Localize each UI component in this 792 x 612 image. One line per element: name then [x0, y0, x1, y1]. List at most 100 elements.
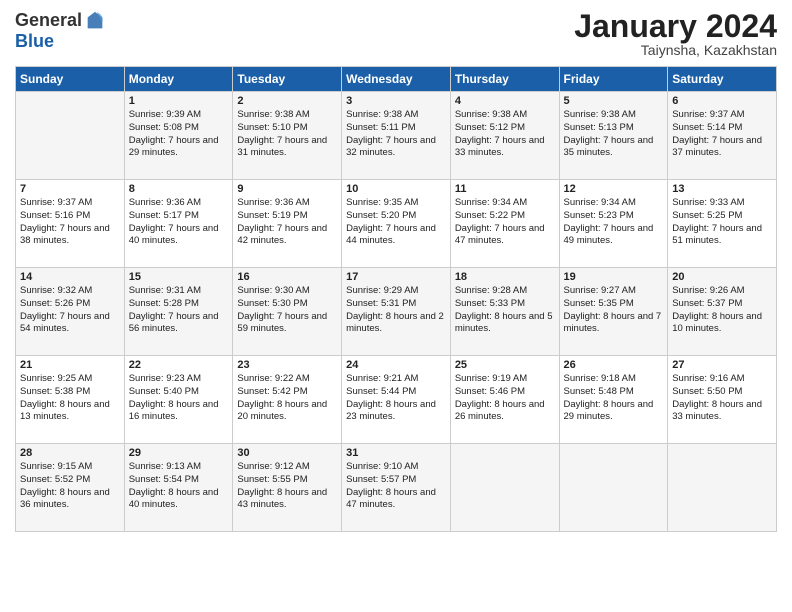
- daylight: Daylight: 8 hours and 43 minutes.: [237, 487, 337, 513]
- cell-info: Sunrise: 9:36 AM Sunset: 5:17 PM Dayligh…: [129, 197, 229, 248]
- cell-info: Sunrise: 9:29 AM Sunset: 5:31 PM Dayligh…: [346, 285, 446, 336]
- sunset: Sunset: 5:54 PM: [129, 474, 229, 487]
- daylight: Daylight: 7 hours and 44 minutes.: [346, 223, 446, 249]
- week-row-1: 1 Sunrise: 9:39 AM Sunset: 5:08 PM Dayli…: [16, 92, 777, 180]
- sunset: Sunset: 5:25 PM: [672, 210, 772, 223]
- cell-1-3: 10 Sunrise: 9:35 AM Sunset: 5:20 PM Dayl…: [342, 180, 451, 268]
- cell-info: Sunrise: 9:26 AM Sunset: 5:37 PM Dayligh…: [672, 285, 772, 336]
- cell-info: Sunrise: 9:31 AM Sunset: 5:28 PM Dayligh…: [129, 285, 229, 336]
- cell-2-6: 20 Sunrise: 9:26 AM Sunset: 5:37 PM Dayl…: [668, 268, 777, 356]
- sunrise: Sunrise: 9:34 AM: [564, 197, 664, 210]
- header-thursday: Thursday: [450, 67, 559, 92]
- cell-info: Sunrise: 9:22 AM Sunset: 5:42 PM Dayligh…: [237, 373, 337, 424]
- page-container: General Blue January 2024 Taiynsha, Kaza…: [0, 0, 792, 542]
- day-number: 12: [564, 183, 664, 195]
- daylight: Daylight: 8 hours and 7 minutes.: [564, 311, 664, 337]
- logo-blue: Blue: [15, 31, 54, 51]
- sunset: Sunset: 5:48 PM: [564, 386, 664, 399]
- cell-2-5: 19 Sunrise: 9:27 AM Sunset: 5:35 PM Dayl…: [559, 268, 668, 356]
- sunrise: Sunrise: 9:23 AM: [129, 373, 229, 386]
- sunrise: Sunrise: 9:29 AM: [346, 285, 446, 298]
- sunrise: Sunrise: 9:15 AM: [20, 461, 120, 474]
- day-number: 10: [346, 183, 446, 195]
- sunset: Sunset: 5:37 PM: [672, 298, 772, 311]
- week-row-3: 14 Sunrise: 9:32 AM Sunset: 5:26 PM Dayl…: [16, 268, 777, 356]
- sunrise: Sunrise: 9:31 AM: [129, 285, 229, 298]
- week-row-5: 28 Sunrise: 9:15 AM Sunset: 5:52 PM Dayl…: [16, 444, 777, 532]
- daylight: Daylight: 7 hours and 29 minutes.: [129, 135, 229, 161]
- day-number: 17: [346, 271, 446, 283]
- daylight: Daylight: 8 hours and 2 minutes.: [346, 311, 446, 337]
- header-monday: Monday: [124, 67, 233, 92]
- cell-4-0: 28 Sunrise: 9:15 AM Sunset: 5:52 PM Dayl…: [16, 444, 125, 532]
- cell-info: Sunrise: 9:38 AM Sunset: 5:12 PM Dayligh…: [455, 109, 555, 160]
- day-number: 14: [20, 271, 120, 283]
- cell-3-5: 26 Sunrise: 9:18 AM Sunset: 5:48 PM Dayl…: [559, 356, 668, 444]
- day-number: 30: [237, 447, 337, 459]
- daylight: Daylight: 8 hours and 20 minutes.: [237, 399, 337, 425]
- sunset: Sunset: 5:31 PM: [346, 298, 446, 311]
- sunset: Sunset: 5:52 PM: [20, 474, 120, 487]
- cell-info: Sunrise: 9:36 AM Sunset: 5:19 PM Dayligh…: [237, 197, 337, 248]
- day-number: 2: [237, 95, 337, 107]
- day-number: 9: [237, 183, 337, 195]
- sunrise: Sunrise: 9:22 AM: [237, 373, 337, 386]
- cell-2-0: 14 Sunrise: 9:32 AM Sunset: 5:26 PM Dayl…: [16, 268, 125, 356]
- sunset: Sunset: 5:10 PM: [237, 122, 337, 135]
- daylight: Daylight: 8 hours and 10 minutes.: [672, 311, 772, 337]
- daylight: Daylight: 8 hours and 47 minutes.: [346, 487, 446, 513]
- sunset: Sunset: 5:55 PM: [237, 474, 337, 487]
- header-tuesday: Tuesday: [233, 67, 342, 92]
- sunrise: Sunrise: 9:16 AM: [672, 373, 772, 386]
- day-number: 18: [455, 271, 555, 283]
- cell-1-1: 8 Sunrise: 9:36 AM Sunset: 5:17 PM Dayli…: [124, 180, 233, 268]
- logo: General Blue: [15, 10, 106, 52]
- daylight: Daylight: 7 hours and 51 minutes.: [672, 223, 772, 249]
- cell-4-4: [450, 444, 559, 532]
- cell-info: Sunrise: 9:13 AM Sunset: 5:54 PM Dayligh…: [129, 461, 229, 512]
- location: Taiynsha, Kazakhstan: [574, 42, 777, 58]
- cell-info: Sunrise: 9:37 AM Sunset: 5:16 PM Dayligh…: [20, 197, 120, 248]
- cell-info: Sunrise: 9:38 AM Sunset: 5:13 PM Dayligh…: [564, 109, 664, 160]
- sunset: Sunset: 5:33 PM: [455, 298, 555, 311]
- daylight: Daylight: 8 hours and 13 minutes.: [20, 399, 120, 425]
- sunset: Sunset: 5:12 PM: [455, 122, 555, 135]
- cell-1-0: 7 Sunrise: 9:37 AM Sunset: 5:16 PM Dayli…: [16, 180, 125, 268]
- cell-0-5: 5 Sunrise: 9:38 AM Sunset: 5:13 PM Dayli…: [559, 92, 668, 180]
- cell-info: Sunrise: 9:25 AM Sunset: 5:38 PM Dayligh…: [20, 373, 120, 424]
- sunset: Sunset: 5:38 PM: [20, 386, 120, 399]
- sunrise: Sunrise: 9:38 AM: [564, 109, 664, 122]
- day-number: 29: [129, 447, 229, 459]
- cell-0-6: 6 Sunrise: 9:37 AM Sunset: 5:14 PM Dayli…: [668, 92, 777, 180]
- cell-info: Sunrise: 9:34 AM Sunset: 5:22 PM Dayligh…: [455, 197, 555, 248]
- daylight: Daylight: 7 hours and 38 minutes.: [20, 223, 120, 249]
- day-number: 4: [455, 95, 555, 107]
- sunrise: Sunrise: 9:27 AM: [564, 285, 664, 298]
- sunset: Sunset: 5:23 PM: [564, 210, 664, 223]
- sunrise: Sunrise: 9:38 AM: [455, 109, 555, 122]
- week-row-4: 21 Sunrise: 9:25 AM Sunset: 5:38 PM Dayl…: [16, 356, 777, 444]
- sunset: Sunset: 5:08 PM: [129, 122, 229, 135]
- sunset: Sunset: 5:22 PM: [455, 210, 555, 223]
- sunrise: Sunrise: 9:36 AM: [129, 197, 229, 210]
- sunset: Sunset: 5:30 PM: [237, 298, 337, 311]
- day-number: 26: [564, 359, 664, 371]
- cell-info: Sunrise: 9:21 AM Sunset: 5:44 PM Dayligh…: [346, 373, 446, 424]
- cell-info: Sunrise: 9:38 AM Sunset: 5:10 PM Dayligh…: [237, 109, 337, 160]
- header-wednesday: Wednesday: [342, 67, 451, 92]
- cell-3-4: 25 Sunrise: 9:19 AM Sunset: 5:46 PM Dayl…: [450, 356, 559, 444]
- cell-info: Sunrise: 9:16 AM Sunset: 5:50 PM Dayligh…: [672, 373, 772, 424]
- cell-0-0: [16, 92, 125, 180]
- cell-info: Sunrise: 9:39 AM Sunset: 5:08 PM Dayligh…: [129, 109, 229, 160]
- cell-info: Sunrise: 9:19 AM Sunset: 5:46 PM Dayligh…: [455, 373, 555, 424]
- cell-info: Sunrise: 9:34 AM Sunset: 5:23 PM Dayligh…: [564, 197, 664, 248]
- sunset: Sunset: 5:46 PM: [455, 386, 555, 399]
- sunset: Sunset: 5:57 PM: [346, 474, 446, 487]
- day-number: 16: [237, 271, 337, 283]
- daylight: Daylight: 8 hours and 23 minutes.: [346, 399, 446, 425]
- daylight: Daylight: 7 hours and 47 minutes.: [455, 223, 555, 249]
- daylight: Daylight: 7 hours and 37 minutes.: [672, 135, 772, 161]
- cell-info: Sunrise: 9:23 AM Sunset: 5:40 PM Dayligh…: [129, 373, 229, 424]
- day-number: 22: [129, 359, 229, 371]
- cell-info: Sunrise: 9:35 AM Sunset: 5:20 PM Dayligh…: [346, 197, 446, 248]
